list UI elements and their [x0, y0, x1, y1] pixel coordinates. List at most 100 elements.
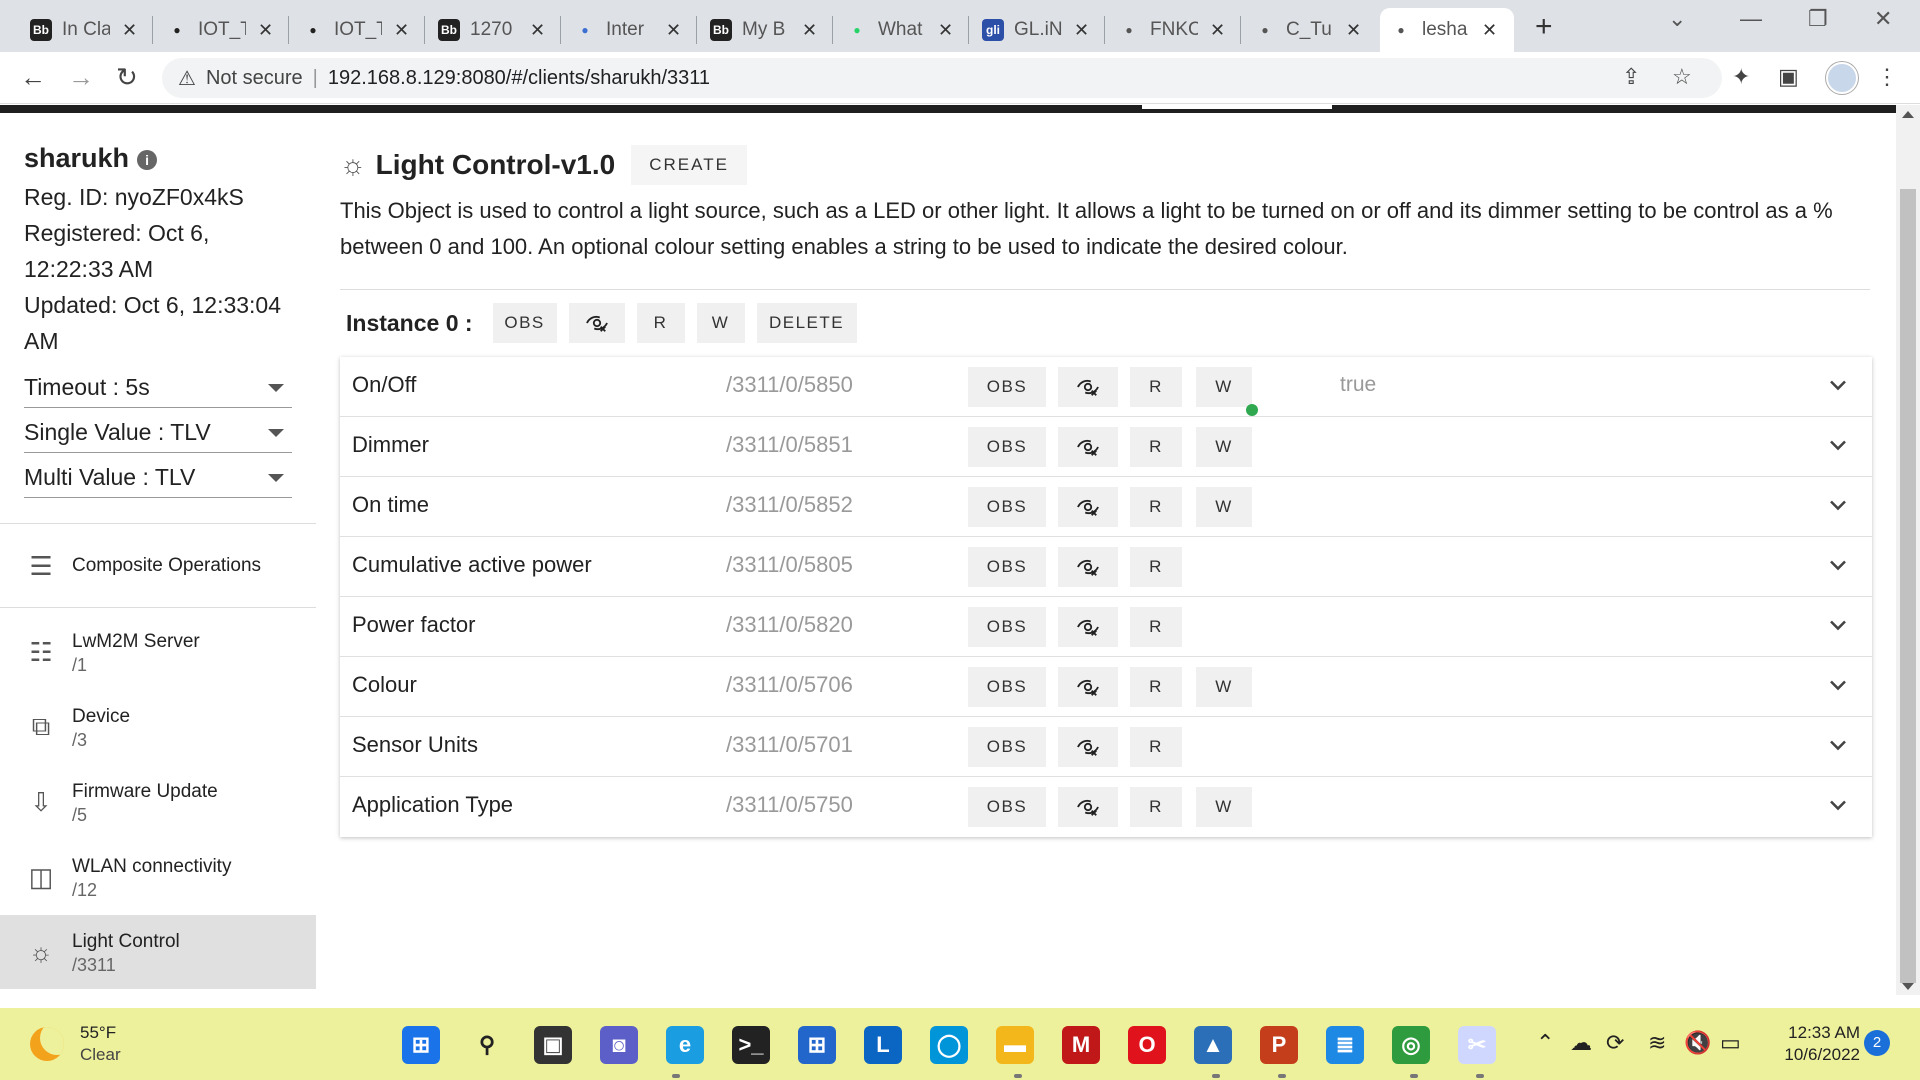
browser-tab[interactable]: ● FNKC ✕ [1108, 8, 1242, 52]
chevron-down-icon[interactable] [1824, 671, 1852, 699]
browser-tab[interactable]: ● IOT_T ✕ [156, 8, 290, 52]
read-button[interactable]: R [1130, 487, 1182, 527]
browser-tab[interactable]: ● Inter ✕ [564, 8, 698, 52]
sidebar-item-firmware-update[interactable]: ⇩ Firmware Update/5 [0, 765, 316, 839]
observe-button[interactable]: OBS [968, 547, 1046, 587]
read-button[interactable]: R [1130, 667, 1182, 707]
close-tab-icon[interactable]: ✕ [666, 20, 681, 41]
browser-tab[interactable]: Bb 1270 ✕ [428, 8, 562, 52]
chevron-up-icon[interactable]: ⌃ [1536, 1030, 1554, 1056]
edge-icon[interactable]: e [666, 1026, 704, 1064]
close-tab-icon[interactable]: ✕ [1210, 20, 1225, 41]
read-button[interactable]: R [1130, 547, 1182, 587]
close-tab-icon[interactable]: ✕ [258, 20, 273, 41]
resource-row[interactable]: Cumulative active power/3311/0/5805 OBS R [340, 537, 1872, 597]
read-button[interactable]: R [1130, 787, 1182, 827]
cloud-icon[interactable]: ☁ [1570, 1030, 1592, 1056]
notepad-icon[interactable]: ≣ [1326, 1026, 1364, 1064]
terminal-icon[interactable]: >_ [732, 1026, 770, 1064]
read-button[interactable]: R [1130, 427, 1182, 467]
mcafee-icon[interactable]: M [1062, 1026, 1100, 1064]
chrome-icon[interactable]: ◎ [1392, 1026, 1430, 1064]
launcher-icon[interactable]: L [864, 1026, 902, 1064]
close-tab-icon[interactable]: ✕ [938, 20, 953, 41]
instance-observe-button[interactable]: OBS [492, 303, 557, 343]
cancel-observe-button[interactable] [1058, 787, 1118, 827]
powerpoint-icon[interactable]: P [1260, 1026, 1298, 1064]
share-icon[interactable]: ⇪ [1622, 64, 1640, 90]
observe-button[interactable]: OBS [968, 427, 1046, 467]
search-icon[interactable]: ⚲ [468, 1026, 506, 1064]
cancel-observe-button[interactable] [1058, 367, 1118, 407]
close-tab-icon[interactable]: ✕ [530, 20, 545, 41]
start-icon[interactable]: ⊞ [402, 1026, 440, 1064]
notification-badge[interactable]: 2 [1864, 1030, 1890, 1056]
forward-icon[interactable]: → [68, 62, 94, 93]
observe-button[interactable]: OBS [968, 667, 1046, 707]
teams-icon[interactable]: ◙ [600, 1026, 638, 1064]
sidebar-item-composite[interactable]: ☰ Composite Operations [0, 529, 316, 603]
reload-icon[interactable]: ↻ [116, 62, 138, 93]
browser-tab[interactable]: gli GL.iN ✕ [972, 8, 1106, 52]
sync-icon[interactable]: ⟳ [1606, 1030, 1624, 1056]
multi-value-select[interactable]: Multi Value : TLV [24, 458, 292, 498]
url-text[interactable]: 192.168.8.129:8080/#/clients/sharukh/331… [328, 67, 710, 90]
extensions-icon[interactable]: ✦ [1732, 64, 1750, 90]
close-tab-icon[interactable]: ✕ [1346, 20, 1361, 41]
sidebar-item-device[interactable]: ⧉ Device/3 [0, 690, 316, 764]
resource-row[interactable]: Dimmer/3311/0/5851 OBS R W [340, 417, 1872, 477]
close-tab-icon[interactable]: ✕ [394, 20, 409, 41]
wifi-icon[interactable]: ≋ [1648, 1030, 1666, 1056]
info-icon[interactable]: i [137, 150, 158, 170]
timeout-select[interactable]: Timeout : 5s [24, 368, 292, 408]
close-tab-icon[interactable]: ✕ [1074, 20, 1089, 41]
chevron-down-icon[interactable] [1824, 551, 1852, 579]
browser-tab[interactable]: Bb In Cla ✕ [20, 8, 154, 52]
observe-button[interactable]: OBS [968, 607, 1046, 647]
bookmark-star-icon[interactable]: ☆ [1672, 64, 1692, 90]
chevron-down-icon[interactable] [1824, 491, 1852, 519]
chevron-down-icon[interactable] [1824, 371, 1852, 399]
sidebar-item-wlan-connectivity[interactable]: ◫ WLAN connectivity/12 [0, 840, 316, 914]
instance-delete-button[interactable]: DELETE [756, 303, 857, 343]
new-tab-icon[interactable]: + [1535, 10, 1553, 44]
instance-write-button[interactable]: W [696, 303, 745, 343]
close-window-icon[interactable]: ✕ [1874, 6, 1892, 32]
sidebar-item-light-control[interactable]: ☼ Light Control/3311 [0, 915, 316, 989]
speaker-muted-icon[interactable]: 🔇 [1684, 1030, 1711, 1056]
snipping-tool-icon[interactable]: ✂ [1458, 1026, 1496, 1064]
browser-tab[interactable]: ● lesha ✕ [1380, 8, 1514, 52]
task-view-icon[interactable]: ▣ [534, 1026, 572, 1064]
cancel-observe-button[interactable] [1058, 667, 1118, 707]
chevron-down-icon[interactable] [1824, 431, 1852, 459]
photos-icon[interactable]: ▲ [1194, 1026, 1232, 1064]
sidebar-item-lwm2m-server[interactable]: ☷ LwM2M Server/1 [0, 615, 316, 689]
cancel-observe-button[interactable] [1058, 607, 1118, 647]
cancel-observe-button[interactable] [1058, 427, 1118, 467]
write-button[interactable]: W [1196, 787, 1252, 827]
chevron-down-icon[interactable] [1824, 791, 1852, 819]
cancel-observe-button[interactable] [1058, 547, 1118, 587]
write-button[interactable]: W [1196, 367, 1252, 407]
write-button[interactable]: W [1196, 667, 1252, 707]
read-button[interactable]: R [1130, 607, 1182, 647]
write-button[interactable]: W [1196, 427, 1252, 467]
resource-row[interactable]: On/Off/3311/0/5850 OBS R Wtrue [340, 357, 1872, 417]
close-tab-icon[interactable]: ✕ [1482, 20, 1497, 41]
instance-cancel-observe-button[interactable] [568, 303, 625, 343]
restore-icon[interactable]: ❐ [1808, 6, 1828, 32]
chevron-down-icon[interactable] [1824, 731, 1852, 759]
tab-search-icon[interactable]: ⌄ [1668, 6, 1686, 32]
resource-row[interactable]: Colour/3311/0/5706 OBS R W [340, 657, 1872, 717]
clock[interactable]: 12:33 AM 10/6/2022 [1760, 1022, 1860, 1066]
resource-row[interactable]: Application Type/3311/0/5750 OBS R W [340, 777, 1872, 837]
observe-button[interactable]: OBS [968, 727, 1046, 767]
resource-row[interactable]: On time/3311/0/5852 OBS R W [340, 477, 1872, 537]
browser-tab[interactable]: ● IOT_T ✕ [292, 8, 426, 52]
app-icon[interactable]: ◯ [930, 1026, 968, 1064]
chevron-down-icon[interactable] [1824, 611, 1852, 639]
browser-tab[interactable]: ● C_Tu ✕ [1244, 8, 1378, 52]
back-icon[interactable]: ← [20, 62, 46, 93]
resource-row[interactable]: Power factor/3311/0/5820 OBS R [340, 597, 1872, 657]
scroll-thumb[interactable] [1900, 189, 1916, 983]
